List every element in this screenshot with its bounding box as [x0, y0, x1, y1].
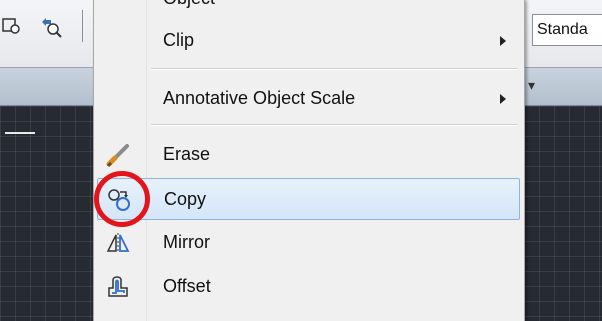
context-menu: Object Clip Annotative Object Scale Eras…: [93, 0, 525, 321]
submenu-arrow-icon: [500, 36, 506, 46]
text-style-dropdown[interactable]: Standa: [532, 14, 602, 46]
ribbon-panel-bar-left: [0, 68, 93, 106]
mirror-icon: [105, 230, 131, 256]
drawing-canvas-left[interactable]: [0, 106, 93, 321]
menu-separator: [151, 68, 518, 70]
menu-item-erase[interactable]: Erase: [97, 134, 520, 174]
menu-item-label: Copy: [164, 189, 207, 209]
menu-separator: [151, 124, 518, 126]
menu-item-label: Clip: [163, 30, 195, 50]
menu-item-annotative-object-scale[interactable]: Annotative Object Scale: [97, 78, 520, 118]
menu-item-mirror[interactable]: Mirror: [97, 222, 520, 262]
crosshair-line: [5, 132, 35, 134]
menu-item-label: Offset: [163, 276, 211, 296]
panel-expand-icon[interactable]: ▾: [528, 78, 535, 94]
menu-item-label: Annotative Object Scale: [163, 88, 356, 108]
zoom-previous-icon[interactable]: [40, 16, 62, 38]
zoom-window-icon[interactable]: [2, 16, 22, 36]
menu-item-offset[interactable]: Offset: [97, 266, 520, 306]
menu-item-object-label[interactable]: Object: [163, 0, 215, 9]
eraser-icon: [105, 142, 131, 168]
ribbon-toolbar-right: Standa: [524, 0, 602, 68]
offset-icon: [105, 274, 131, 300]
ribbon-panel-bar-right: ▾: [524, 68, 602, 106]
menu-item-label: Mirror: [163, 232, 210, 252]
menu-item-clip[interactable]: Clip: [97, 20, 520, 60]
ribbon-toolbar-left: [0, 0, 93, 68]
menu-item-label: Erase: [163, 144, 211, 164]
red-highlight-circle: [94, 171, 150, 227]
toolbar-separator: [82, 10, 83, 42]
submenu-arrow-icon: [500, 94, 506, 104]
drawing-canvas-right[interactable]: [524, 106, 602, 321]
menu-item-copy[interactable]: Copy: [97, 178, 520, 220]
